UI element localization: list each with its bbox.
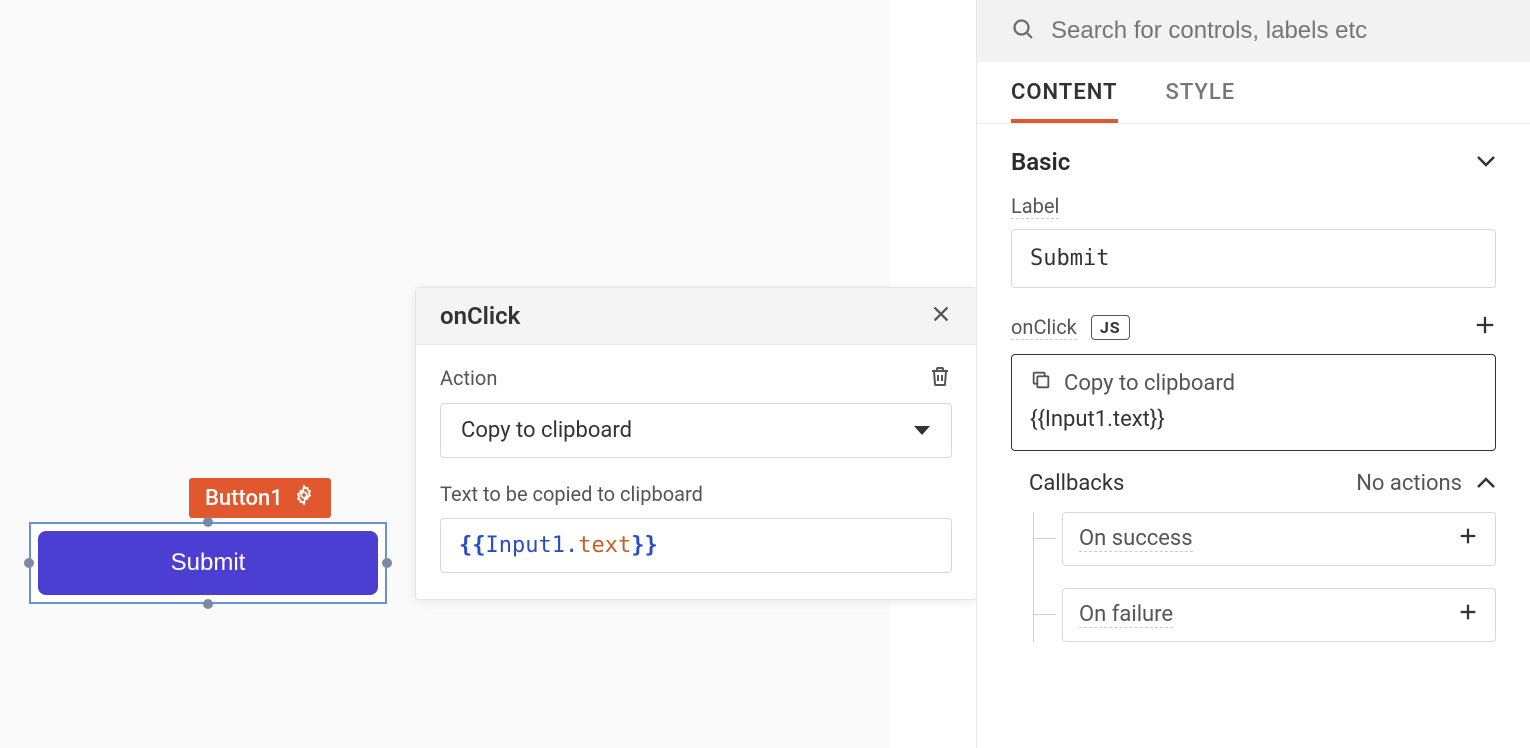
tab-content[interactable]: CONTENT — [1011, 62, 1118, 123]
resize-handle-bottom[interactable] — [203, 599, 213, 609]
trash-icon[interactable] — [928, 363, 952, 393]
close-icon[interactable] — [930, 303, 952, 329]
callbacks-summary: No actions — [1356, 471, 1462, 496]
search-bar[interactable] — [977, 0, 1530, 62]
expr-dot: . — [565, 533, 578, 558]
plus-icon[interactable] — [1457, 525, 1479, 553]
action-select-value: Copy to clipboard — [461, 418, 632, 443]
panel-tabs: CONTENT STYLE — [977, 62, 1530, 124]
action-label: Action — [440, 366, 497, 390]
resize-handle-right[interactable] — [382, 558, 392, 568]
onclick-popup: onClick Action Cop — [415, 287, 977, 600]
label-input[interactable]: Submit — [1011, 229, 1496, 288]
js-toggle-badge[interactable]: JS — [1091, 315, 1130, 340]
expr-prop: text — [578, 533, 631, 558]
callbacks-tree: On success On failure — [1033, 512, 1496, 642]
copy-icon — [1030, 369, 1052, 397]
text-to-copy-label: Text to be copied to clipboard — [440, 482, 952, 506]
add-action-icon[interactable] — [1474, 314, 1496, 340]
action-select[interactable]: Copy to clipboard — [440, 403, 952, 458]
onclick-property-label: onClick — [1011, 315, 1077, 340]
properties-panel: CONTENT STYLE Basic Label Submit onClick… — [976, 0, 1530, 748]
widget-name-text: Button1 — [205, 486, 283, 511]
selection-frame[interactable]: Submit — [29, 522, 387, 604]
submit-button[interactable]: Submit — [38, 531, 378, 595]
search-input[interactable] — [1049, 16, 1496, 46]
expr-close: }} — [631, 533, 658, 558]
gear-icon[interactable] — [293, 484, 315, 512]
expr-obj: Input1 — [486, 533, 565, 558]
callbacks-header[interactable]: Callbacks No actions — [1011, 471, 1496, 496]
widget-name-tag[interactable]: Button1 — [189, 478, 331, 518]
action-summary-text: Copy to clipboard — [1064, 371, 1235, 396]
chevron-up-icon — [1476, 471, 1496, 496]
popup-title: onClick — [440, 302, 520, 330]
resize-handle-top[interactable] — [203, 517, 213, 527]
section-basic-header[interactable]: Basic — [1011, 124, 1496, 194]
on-failure-label: On failure — [1079, 602, 1173, 628]
expr-open: {{ — [459, 533, 486, 558]
onclick-action-card[interactable]: Copy to clipboard {{Input1.text}} — [1011, 354, 1496, 451]
section-basic-title: Basic — [1011, 148, 1070, 176]
on-failure-item[interactable]: On failure — [1062, 588, 1496, 642]
plus-icon[interactable] — [1457, 601, 1479, 629]
search-icon — [1011, 17, 1035, 45]
chevron-down-icon — [1476, 153, 1496, 172]
action-expression-text: {{Input1.text}} — [1030, 407, 1477, 432]
label-property-label: Label — [1011, 194, 1059, 219]
on-success-label: On success — [1079, 526, 1193, 552]
popup-header: onClick — [416, 288, 976, 345]
on-success-item[interactable]: On success — [1062, 512, 1496, 566]
resize-handle-left[interactable] — [24, 558, 34, 568]
tab-style[interactable]: STYLE — [1166, 62, 1236, 123]
caret-down-icon — [913, 418, 931, 443]
text-to-copy-input[interactable]: {{Input1.text}} — [440, 518, 952, 573]
callbacks-label: Callbacks — [1011, 471, 1124, 496]
